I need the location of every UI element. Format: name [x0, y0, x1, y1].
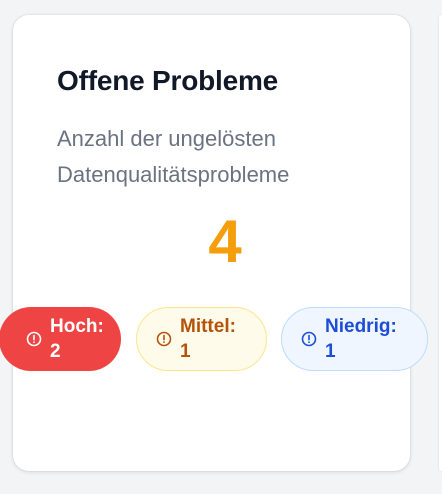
severity-label: Niedrig:: [325, 316, 397, 337]
open-issues-card: Offene Probleme Anzahl der ungelösten Da…: [0, 15, 428, 471]
alert-circle-icon: [301, 331, 317, 347]
severity-label: Mittel:: [180, 316, 236, 337]
severity-label: Hoch:: [50, 316, 104, 337]
severity-badge-medium[interactable]: Mittel: 1: [136, 307, 267, 371]
severity-badge-text: Hoch: 2: [50, 314, 104, 364]
severity-badge-low[interactable]: Niedrig: 1: [281, 307, 428, 371]
open-issues-count: 4: [208, 208, 242, 275]
severity-badge-text: Mittel: 1: [180, 314, 236, 364]
card-title: Offene Probleme: [57, 65, 279, 96]
severity-badge-high[interactable]: Hoch: 2: [0, 307, 121, 371]
severity-value: 1: [180, 341, 191, 362]
severity-value: 2: [50, 341, 61, 362]
card-subtitle: Anzahl der ungelösten Datenqualitätsprob…: [57, 126, 290, 187]
alert-circle-icon: [156, 331, 172, 347]
severity-value: 1: [325, 341, 336, 362]
alert-circle-icon: [26, 331, 42, 347]
severity-badge-text: Niedrig: 1: [325, 314, 397, 364]
